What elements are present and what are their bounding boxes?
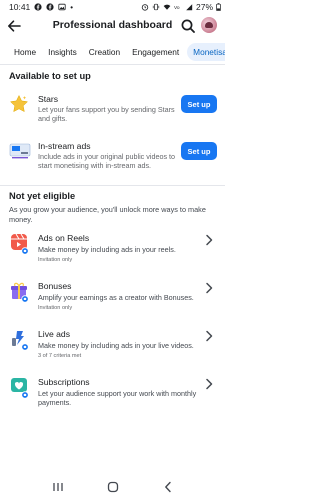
subscriptions-row[interactable]: Subscriptions Let your audience support … (0, 377, 225, 417)
alarm-icon (141, 4, 149, 11)
facebook-notification-icon (34, 3, 42, 11)
more-notifications-dot: • (70, 2, 74, 12)
svg-text:Vo: Vo (174, 5, 180, 11)
recent-apps-icon (52, 483, 63, 491)
in-stream-ads-row: In-stream ads Include ads in your origin… (0, 138, 225, 178)
home-icon (107, 481, 118, 493)
in-stream-ads-setup-button[interactable]: Set up (181, 142, 217, 160)
in-stream-ads-description: Include ads in your original public vide… (38, 152, 176, 171)
live-ads-description: Make money by including ads in your live… (38, 341, 194, 350)
wifi-icon (163, 4, 171, 10)
ads-on-reels-description: Make money by including ads in your reel… (38, 245, 176, 254)
bonuses-title: Bonuses (38, 281, 72, 291)
tab-home[interactable]: Home (0, 43, 42, 61)
bonuses-status: Invitation only (38, 305, 73, 311)
bonuses-description: Amplify your earnings as a creator with … (38, 293, 194, 302)
section-divider (0, 185, 225, 186)
stars-setup-button[interactable]: Set up (181, 95, 217, 113)
volte-icon: Vo (174, 5, 180, 11)
star-icon (9, 94, 29, 113)
video-ads-icon (9, 143, 31, 159)
subscriptions-description: Let your audience support your work with… (38, 389, 197, 408)
not-eligible-description: As you grow your audience, you'll unlock… (9, 205, 206, 224)
home-button[interactable] (103, 477, 123, 497)
back-nav-button[interactable] (158, 477, 178, 497)
stars-title: Stars (38, 94, 59, 104)
profile-avatar[interactable] (201, 17, 217, 33)
bonuses-row[interactable]: Bonuses Amplify your earnings as a creat… (0, 281, 225, 319)
chevron-right-icon (204, 281, 214, 295)
subscription-icon (11, 378, 29, 399)
recent-apps-button[interactable] (48, 477, 68, 497)
image-notification-icon (58, 3, 66, 11)
vibrate-icon (152, 3, 160, 11)
gift-icon (11, 282, 29, 303)
available-section-title: Available to set up (9, 71, 91, 81)
system-navigation-bar (0, 474, 225, 500)
battery-icon (216, 3, 221, 11)
search-button[interactable] (179, 17, 197, 35)
live-ads-title: Live ads (38, 329, 71, 339)
signal-icon (186, 4, 193, 11)
battery-percent: 27% (195, 2, 213, 12)
back-chevron-icon (164, 481, 171, 493)
tab-creation[interactable]: Creation (83, 43, 126, 61)
chevron-right-icon (204, 377, 214, 391)
ads-on-reels-row[interactable]: Ads on Reels Make money by including ads… (0, 233, 225, 271)
reels-ads-icon (11, 233, 29, 255)
facebook-notification-icon (46, 3, 54, 11)
stars-description: Let your fans support you by sending Sta… (38, 105, 175, 124)
in-stream-ads-title: In-stream ads (38, 141, 91, 151)
tab-engagement[interactable]: Engagement (126, 43, 185, 61)
status-bar: 10:41 • Vo 27% (0, 0, 225, 14)
tabs-divider (0, 64, 225, 65)
live-ads-row[interactable]: Live ads Make money by including ads in … (0, 329, 225, 367)
search-icon (181, 19, 195, 33)
dashboard-tabs: Home Insights Creation Engagement Moneti… (0, 42, 225, 62)
status-time: 10:41 (9, 2, 31, 12)
stars-row: Stars Let your fans support you by sendi… (0, 91, 225, 131)
tab-insights[interactable]: Insights (42, 43, 83, 61)
not-eligible-section-title: Not yet eligible (9, 191, 76, 201)
tab-monetisation[interactable]: Monetisation (187, 43, 225, 61)
app-header: Professional dashboard (0, 14, 225, 38)
live-ads-status: 3 of 7 criteria met (38, 353, 82, 359)
live-ads-icon (12, 331, 29, 351)
subscriptions-title: Subscriptions (38, 377, 90, 387)
chevron-right-icon (204, 233, 214, 247)
chevron-right-icon (204, 329, 214, 343)
ads-on-reels-status: Invitation only (38, 257, 73, 263)
ads-on-reels-title: Ads on Reels (38, 233, 90, 243)
